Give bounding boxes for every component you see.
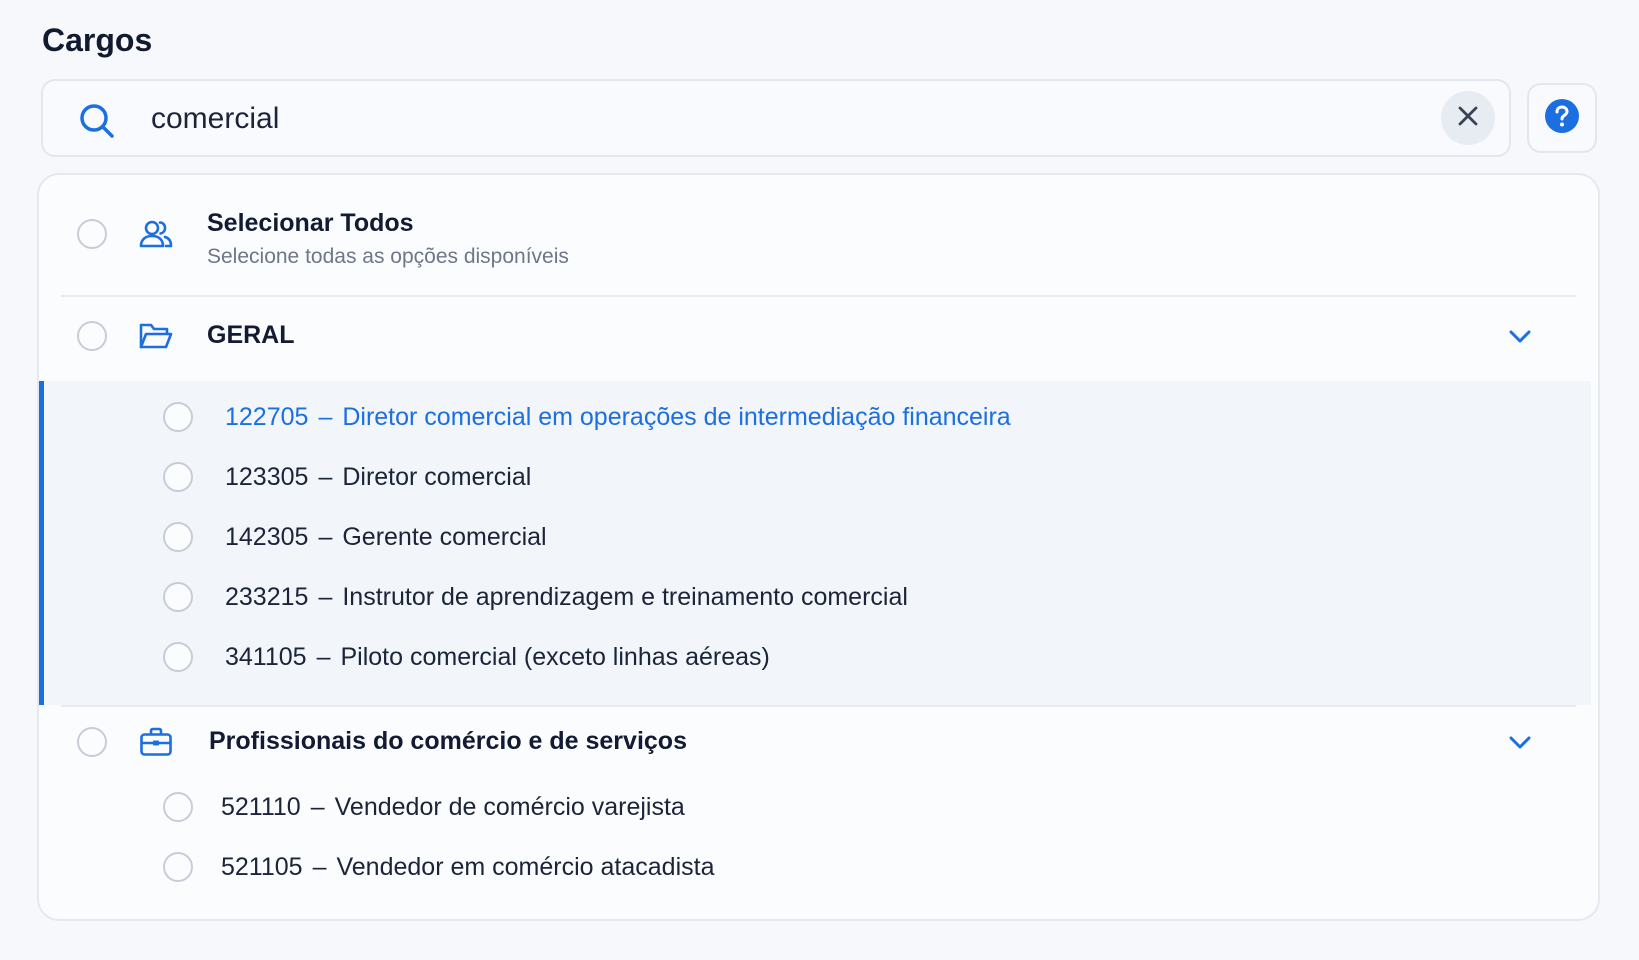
item-label: Instrutor de aprendizagem e treinamento … xyxy=(342,583,908,611)
item-separator: – xyxy=(312,853,327,881)
select-all-title: Selecionar Todos xyxy=(207,209,414,237)
item-separator: – xyxy=(318,583,333,611)
briefcase-icon xyxy=(139,727,173,762)
group-items-geral: 122705– Diretor comercial em operações de… xyxy=(39,381,1591,705)
item-code: 341105 xyxy=(225,643,307,671)
select-all-radio[interactable] xyxy=(77,219,107,249)
item-label: Vendedor de comércio varejista xyxy=(334,793,685,821)
search-icon xyxy=(77,101,117,141)
divider xyxy=(61,295,1576,297)
item-radio[interactable] xyxy=(163,522,193,552)
page-title: Cargos xyxy=(42,22,153,58)
item-label: Diretor comercial em operações de interm… xyxy=(342,403,1011,431)
group-radio-geral[interactable] xyxy=(77,321,107,351)
divider xyxy=(61,705,1576,707)
item-separator: – xyxy=(316,643,331,671)
item-code: 521110 xyxy=(221,793,301,821)
item-code: 233215 xyxy=(225,583,309,611)
item-code: 122705 xyxy=(225,403,309,431)
item-separator: – xyxy=(318,403,333,431)
item-radio[interactable] xyxy=(163,402,193,432)
chevron-down-icon[interactable] xyxy=(1505,727,1535,757)
group-label-profissionais: Profissionais do comércio e de serviços xyxy=(209,727,687,755)
chevron-down-icon[interactable] xyxy=(1505,321,1535,351)
select-all-subtitle: Selecione todas as opções disponíveis xyxy=(207,245,569,268)
item-label: Gerente comercial xyxy=(342,523,547,551)
selection-indicator xyxy=(39,381,44,705)
search-box xyxy=(41,79,1511,157)
users-icon xyxy=(139,219,173,254)
item-separator: – xyxy=(318,523,333,551)
item-radio[interactable] xyxy=(163,642,193,672)
item-radio[interactable] xyxy=(163,852,193,882)
clear-search-button[interactable] xyxy=(1441,91,1495,145)
help-button[interactable] xyxy=(1527,83,1597,153)
folder-open-icon xyxy=(139,321,173,356)
options-panel: Selecionar Todos Selecione todas as opçõ… xyxy=(37,173,1600,921)
item-label: Vendedor em comércio atacadista xyxy=(336,853,715,881)
item-code: 521105 xyxy=(221,853,303,881)
item-radio[interactable] xyxy=(163,792,193,822)
item-code: 123305 xyxy=(225,463,309,491)
group-label-geral: GERAL xyxy=(207,321,295,349)
item-separator: – xyxy=(310,793,325,821)
item-radio[interactable] xyxy=(163,582,193,612)
item-label: Diretor comercial xyxy=(342,463,532,491)
search-input[interactable] xyxy=(151,95,1331,143)
item-code: 142305 xyxy=(225,523,309,551)
close-icon xyxy=(1456,104,1480,133)
group-radio-profissionais[interactable] xyxy=(77,727,107,757)
item-label: Piloto comercial (exceto linhas aéreas) xyxy=(340,643,770,671)
item-radio[interactable] xyxy=(163,462,193,492)
question-icon xyxy=(1544,98,1580,139)
item-separator: – xyxy=(318,463,333,491)
